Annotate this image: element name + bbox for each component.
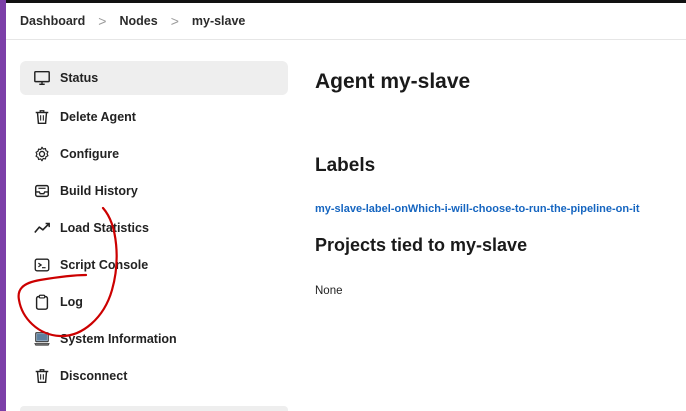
breadcrumb-nodes[interactable]: Nodes [119, 14, 157, 28]
computer-icon [32, 329, 52, 349]
breadcrumb: Dashboard > Nodes > my-slave [6, 3, 686, 40]
inbox-icon [32, 181, 52, 201]
sidebar-next-item-partial [20, 406, 288, 411]
sidebar-item-script-console[interactable]: Script Console [20, 246, 288, 283]
sidebar: Status Delete Agent Configure Build Hist… [20, 61, 288, 394]
projects-value: None [315, 285, 343, 297]
breadcrumb-my-slave[interactable]: my-slave [192, 14, 246, 28]
labels-heading: Labels [315, 155, 376, 176]
sidebar-item-label: Disconnect [60, 368, 128, 383]
sidebar-item-status[interactable]: Status [20, 61, 288, 95]
breadcrumb-separator: > [98, 13, 107, 29]
sidebar-item-label: Configure [60, 146, 120, 161]
sidebar-item-delete-agent[interactable]: Delete Agent [20, 98, 288, 135]
sidebar-item-build-history[interactable]: Build History [20, 172, 288, 209]
sidebar-item-label: Load Statistics [60, 220, 149, 235]
page-title: Agent my-slave [315, 70, 471, 93]
left-accent-bar [0, 0, 6, 411]
label-link[interactable]: my-slave-label-onWhich-i-will-choose-to-… [315, 203, 640, 215]
sidebar-item-label: Build History [60, 183, 138, 198]
sidebar-item-load-statistics[interactable]: Load Statistics [20, 209, 288, 246]
trash-icon [32, 366, 52, 386]
trend-icon [32, 218, 52, 238]
sidebar-item-disconnect[interactable]: Disconnect [20, 357, 288, 394]
projects-heading: Projects tied to my-slave [315, 235, 528, 255]
sidebar-item-system-information[interactable]: System Information [20, 320, 288, 357]
sidebar-item-label: System Information [60, 331, 177, 346]
monitor-icon [32, 68, 52, 88]
sidebar-item-configure[interactable]: Configure [20, 135, 288, 172]
trash-icon [32, 107, 52, 127]
gear-icon [32, 144, 52, 164]
sidebar-item-label: Script Console [60, 257, 149, 272]
clipboard-icon [32, 292, 52, 312]
terminal-icon [32, 255, 52, 275]
sidebar-item-log[interactable]: Log [20, 283, 288, 320]
sidebar-item-label: Log [60, 294, 83, 309]
breadcrumb-separator: > [170, 13, 179, 29]
sidebar-item-label: Status [60, 71, 99, 85]
sidebar-item-label: Delete Agent [60, 109, 136, 124]
breadcrumb-dashboard[interactable]: Dashboard [20, 14, 85, 28]
